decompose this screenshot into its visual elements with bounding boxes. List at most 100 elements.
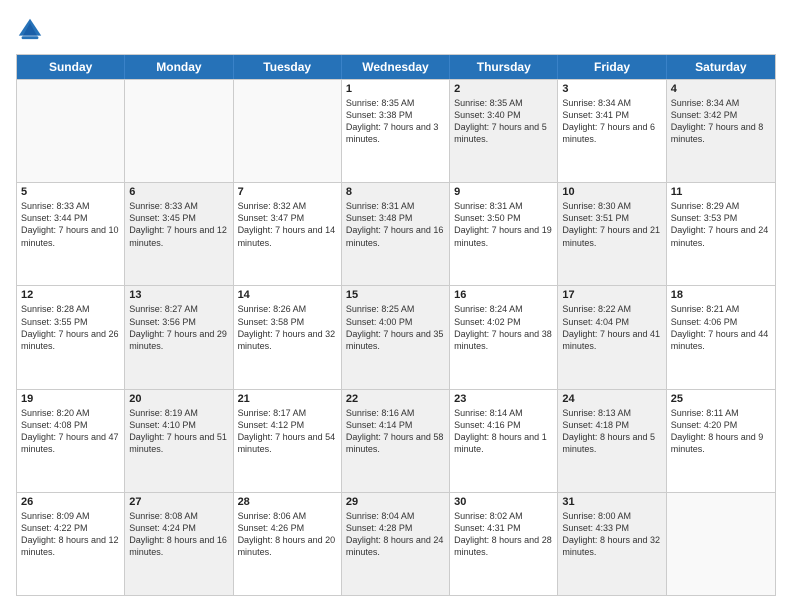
day-info: Sunrise: 8:19 AM Sunset: 4:10 PM Dayligh… (129, 407, 228, 456)
cal-cell-5-6: 31Sunrise: 8:00 AM Sunset: 4:33 PM Dayli… (558, 493, 666, 595)
day-info: Sunrise: 8:35 AM Sunset: 3:40 PM Dayligh… (454, 97, 553, 146)
cal-cell-5-2: 27 Sunrise: 8:08 AM Sunset: 4:24 PM Dayli… (125, 493, 233, 595)
day-info: Sunrise: 8:11 AM Sunset: 4:20 PM Dayligh… (671, 407, 771, 456)
cal-cell-3-3: 14 Sunrise: 8:26 AM Sunset: 3:58 PM Dayli… (234, 286, 342, 388)
week-row-5: 26 Sunrise: 8:09 AM Sunset: 4:22 PM Dayli… (17, 492, 775, 595)
day-number: 31 (562, 496, 661, 508)
cal-cell-5-4: 29 Sunrise: 8:04 AM Sunset: 4:28 PM Dayli… (342, 493, 450, 595)
day-number: 19 (21, 393, 120, 405)
day-info: Sunrise: 8:35 AM Sunset: 3:38 PM Dayligh… (346, 97, 445, 146)
day-info: Sunrise: 8:29 AM Sunset: 3:53 PM Dayligh… (671, 200, 771, 249)
day-info: Sunrise: 8:08 AM Sunset: 4:24 PM Dayligh… (129, 510, 228, 559)
day-info: Sunrise: 8:16 AM Sunset: 4:14 PM Dayligh… (346, 407, 445, 456)
day-number: 13 (129, 289, 228, 301)
cal-cell-4-1: 19 Sunrise: 8:20 AM Sunset: 4:08 PM Dayli… (17, 390, 125, 492)
cal-cell-1-5: 2 Sunrise: 8:35 AM Sunset: 3:40 PM Daylig… (450, 80, 558, 182)
day-info: Sunrise: 8:24 AM Sunset: 4:02 PM Dayligh… (454, 303, 553, 352)
cal-cell-1-7: 4Sunrise: 8:34 AM Sunset: 3:42 PM Daylig… (667, 80, 775, 182)
day-info: Sunrise: 8:34 AM Sunset: 3:41 PM Dayligh… (562, 97, 661, 146)
day-number: 22 (346, 393, 445, 405)
cal-cell-3-6: 17 Sunrise: 8:22 AM Sunset: 4:04 PM Dayli… (558, 286, 666, 388)
day-number: 11 (671, 186, 771, 198)
header-cell-thursday: Thursday (450, 55, 558, 79)
day-info: Sunrise: 8:14 AM Sunset: 4:16 PM Dayligh… (454, 407, 553, 456)
cal-cell-4-3: 21Sunrise: 8:17 AM Sunset: 4:12 PM Dayli… (234, 390, 342, 492)
header-cell-friday: Friday (558, 55, 666, 79)
day-info: Sunrise: 8:31 AM Sunset: 3:48 PM Dayligh… (346, 200, 445, 249)
cal-cell-4-4: 22 Sunrise: 8:16 AM Sunset: 4:14 PM Dayli… (342, 390, 450, 492)
calendar: SundayMondayTuesdayWednesdayThursdayFrid… (16, 54, 776, 596)
cal-cell-1-4: 1 Sunrise: 8:35 AM Sunset: 3:38 PM Daylig… (342, 80, 450, 182)
cal-cell-2-1: 5 Sunrise: 8:33 AM Sunset: 3:44 PM Daylig… (17, 183, 125, 285)
header (16, 16, 776, 44)
day-number: 12 (21, 289, 120, 301)
cal-cell-5-7 (667, 493, 775, 595)
day-info: Sunrise: 8:28 AM Sunset: 3:55 PM Dayligh… (21, 303, 120, 352)
cal-cell-3-7: 18 Sunrise: 8:21 AM Sunset: 4:06 PM Dayli… (667, 286, 775, 388)
cal-cell-1-6: 3 Sunrise: 8:34 AM Sunset: 3:41 PM Daylig… (558, 80, 666, 182)
cal-cell-4-2: 20 Sunrise: 8:19 AM Sunset: 4:10 PM Dayli… (125, 390, 233, 492)
calendar-body: 1 Sunrise: 8:35 AM Sunset: 3:38 PM Daylig… (17, 79, 775, 595)
day-info: Sunrise: 8:26 AM Sunset: 3:58 PM Dayligh… (238, 303, 337, 352)
day-number: 15 (346, 289, 445, 301)
day-info: Sunrise: 8:22 AM Sunset: 4:04 PM Dayligh… (562, 303, 661, 352)
day-number: 2 (454, 83, 553, 95)
day-info: Sunrise: 8:21 AM Sunset: 4:06 PM Dayligh… (671, 303, 771, 352)
week-row-1: 1 Sunrise: 8:35 AM Sunset: 3:38 PM Daylig… (17, 79, 775, 182)
cal-cell-4-5: 23 Sunrise: 8:14 AM Sunset: 4:16 PM Dayli… (450, 390, 558, 492)
day-number: 29 (346, 496, 445, 508)
day-number: 3 (562, 83, 661, 95)
day-info: Sunrise: 8:33 AM Sunset: 3:45 PM Dayligh… (129, 200, 228, 249)
day-info: Sunrise: 8:33 AM Sunset: 3:44 PM Dayligh… (21, 200, 120, 249)
day-info: Sunrise: 8:06 AM Sunset: 4:26 PM Dayligh… (238, 510, 337, 559)
day-number: 5 (21, 186, 120, 198)
cal-cell-2-4: 8Sunrise: 8:31 AM Sunset: 3:48 PM Daylig… (342, 183, 450, 285)
day-number: 27 (129, 496, 228, 508)
day-info: Sunrise: 8:25 AM Sunset: 4:00 PM Dayligh… (346, 303, 445, 352)
day-number: 17 (562, 289, 661, 301)
week-row-4: 19 Sunrise: 8:20 AM Sunset: 4:08 PM Dayli… (17, 389, 775, 492)
day-number: 23 (454, 393, 553, 405)
week-row-2: 5 Sunrise: 8:33 AM Sunset: 3:44 PM Daylig… (17, 182, 775, 285)
day-number: 26 (21, 496, 120, 508)
day-number: 9 (454, 186, 553, 198)
header-cell-sunday: Sunday (17, 55, 125, 79)
day-info: Sunrise: 8:02 AM Sunset: 4:31 PM Dayligh… (454, 510, 553, 559)
cal-cell-5-5: 30Sunrise: 8:02 AM Sunset: 4:31 PM Dayli… (450, 493, 558, 595)
day-info: Sunrise: 8:04 AM Sunset: 4:28 PM Dayligh… (346, 510, 445, 559)
day-number: 28 (238, 496, 337, 508)
day-number: 4 (671, 83, 771, 95)
day-number: 1 (346, 83, 445, 95)
logo (16, 16, 48, 44)
cal-cell-4-7: 25 Sunrise: 8:11 AM Sunset: 4:20 PM Dayli… (667, 390, 775, 492)
day-number: 7 (238, 186, 337, 198)
cal-cell-3-4: 15 Sunrise: 8:25 AM Sunset: 4:00 PM Dayli… (342, 286, 450, 388)
day-number: 21 (238, 393, 337, 405)
day-info: Sunrise: 8:20 AM Sunset: 4:08 PM Dayligh… (21, 407, 120, 456)
logo-icon (16, 16, 44, 44)
day-info: Sunrise: 8:31 AM Sunset: 3:50 PM Dayligh… (454, 200, 553, 249)
day-info: Sunrise: 8:32 AM Sunset: 3:47 PM Dayligh… (238, 200, 337, 249)
day-info: Sunrise: 8:30 AM Sunset: 3:51 PM Dayligh… (562, 200, 661, 249)
day-number: 20 (129, 393, 228, 405)
cal-cell-2-7: 11 Sunrise: 8:29 AM Sunset: 3:53 PM Dayli… (667, 183, 775, 285)
header-cell-monday: Monday (125, 55, 233, 79)
cal-cell-5-1: 26 Sunrise: 8:09 AM Sunset: 4:22 PM Dayli… (17, 493, 125, 595)
cal-cell-3-5: 16Sunrise: 8:24 AM Sunset: 4:02 PM Dayli… (450, 286, 558, 388)
cal-cell-1-2 (125, 80, 233, 182)
header-cell-saturday: Saturday (667, 55, 775, 79)
header-cell-wednesday: Wednesday (342, 55, 450, 79)
day-number: 18 (671, 289, 771, 301)
week-row-3: 12 Sunrise: 8:28 AM Sunset: 3:55 PM Dayli… (17, 285, 775, 388)
calendar-header: SundayMondayTuesdayWednesdayThursdayFrid… (17, 55, 775, 79)
cal-cell-2-5: 9 Sunrise: 8:31 AM Sunset: 3:50 PM Daylig… (450, 183, 558, 285)
cal-cell-1-1 (17, 80, 125, 182)
day-info: Sunrise: 8:13 AM Sunset: 4:18 PM Dayligh… (562, 407, 661, 456)
cal-cell-4-6: 24Sunrise: 8:13 AM Sunset: 4:18 PM Dayli… (558, 390, 666, 492)
day-number: 14 (238, 289, 337, 301)
day-info: Sunrise: 8:27 AM Sunset: 3:56 PM Dayligh… (129, 303, 228, 352)
day-info: Sunrise: 8:09 AM Sunset: 4:22 PM Dayligh… (21, 510, 120, 559)
day-number: 25 (671, 393, 771, 405)
cal-cell-1-3 (234, 80, 342, 182)
header-cell-tuesday: Tuesday (234, 55, 342, 79)
